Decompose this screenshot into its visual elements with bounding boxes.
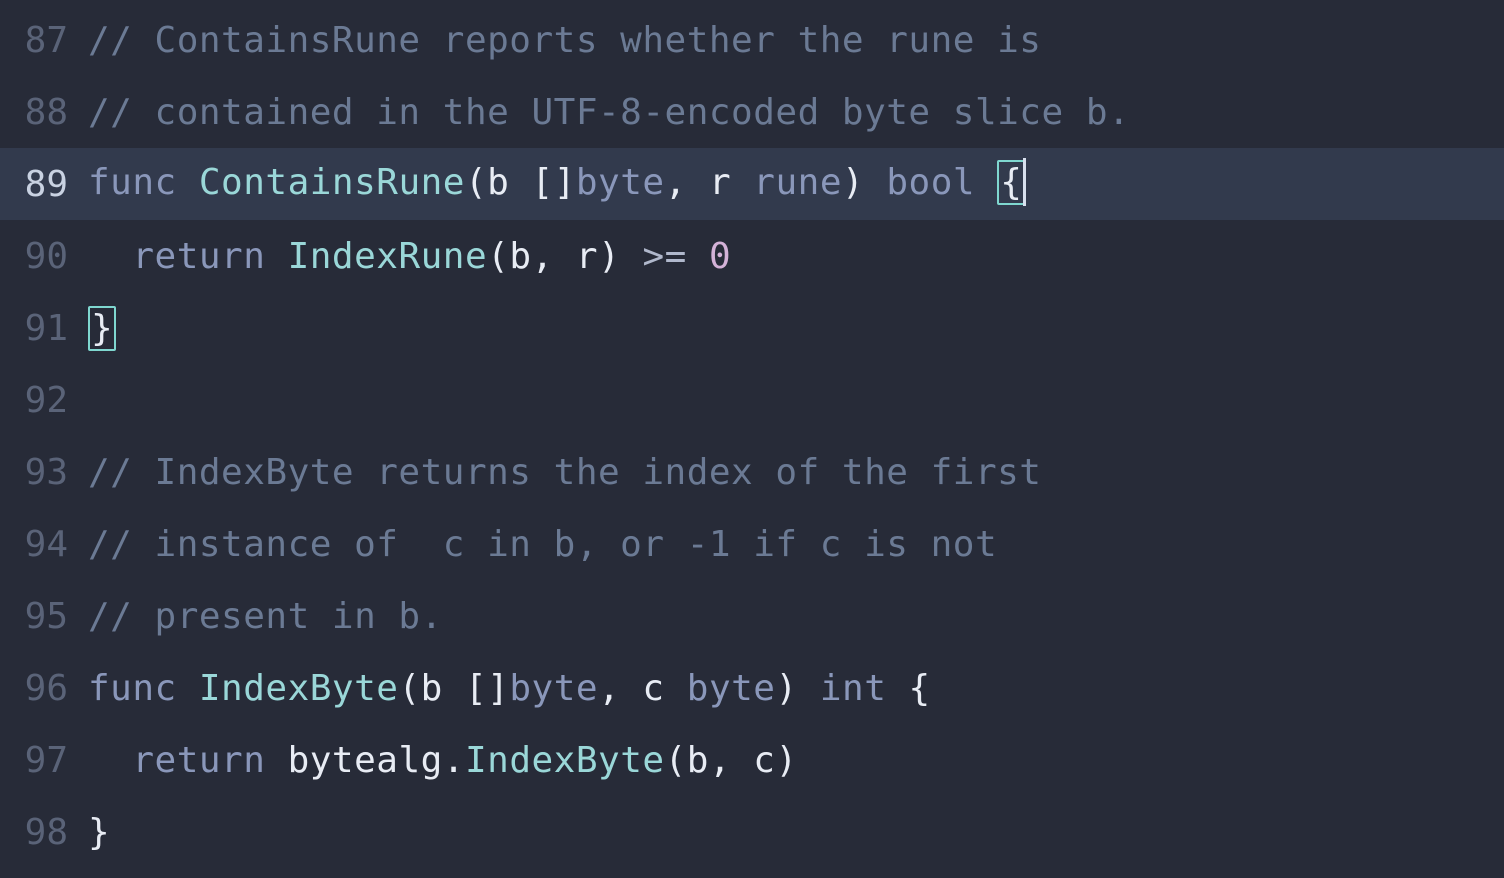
code-token: b bbox=[487, 162, 531, 203]
code-token: b bbox=[421, 668, 465, 709]
code-token: byte bbox=[576, 162, 665, 203]
line-number: 89 bbox=[0, 164, 88, 205]
text-cursor bbox=[1023, 158, 1026, 206]
code-token: IndexRune bbox=[288, 236, 488, 277]
code-token bbox=[88, 236, 132, 277]
code-content[interactable]: return bytealg.IndexByte(b, c) bbox=[88, 740, 798, 781]
code-token: ( bbox=[665, 740, 687, 781]
code-token: c bbox=[642, 668, 686, 709]
code-line[interactable]: 91} bbox=[0, 292, 1504, 364]
code-line[interactable]: 94// instance of c in b, or -1 if c is n… bbox=[0, 508, 1504, 580]
code-token: ContainsRune bbox=[199, 162, 465, 203]
code-content[interactable]: } bbox=[88, 812, 110, 853]
line-number: 96 bbox=[0, 668, 88, 709]
code-token: . bbox=[443, 740, 465, 781]
code-content[interactable]: // ContainsRune reports whether the rune… bbox=[88, 20, 1041, 61]
code-content[interactable]: } bbox=[88, 308, 116, 349]
code-line[interactable]: 89func ContainsRune(b []byte, r rune) bo… bbox=[0, 148, 1504, 220]
code-line[interactable]: 90 return IndexRune(b, r) >= 0 bbox=[0, 220, 1504, 292]
code-token: , bbox=[532, 236, 576, 277]
code-token: c bbox=[753, 740, 775, 781]
code-content[interactable]: // IndexByte returns the index of the fi… bbox=[88, 452, 1041, 493]
code-token: byte bbox=[687, 668, 776, 709]
code-token: , bbox=[665, 162, 709, 203]
code-token: , bbox=[598, 668, 642, 709]
code-token: r bbox=[576, 236, 598, 277]
line-number: 98 bbox=[0, 812, 88, 853]
code-content[interactable]: // instance of c in b, or -1 if c is not bbox=[88, 524, 997, 565]
code-token: ) bbox=[598, 236, 642, 277]
line-number: 87 bbox=[0, 20, 88, 61]
code-token: return bbox=[132, 236, 287, 277]
code-token: { bbox=[997, 160, 1025, 205]
line-number: 93 bbox=[0, 452, 88, 493]
code-token: r bbox=[709, 162, 753, 203]
code-token: } bbox=[88, 812, 110, 853]
code-token: { bbox=[909, 668, 931, 709]
code-line[interactable]: 97 return bytealg.IndexByte(b, c) bbox=[0, 724, 1504, 796]
code-token: IndexByte bbox=[465, 740, 665, 781]
code-token: // ContainsRune reports whether the rune… bbox=[88, 20, 1041, 61]
line-number: 91 bbox=[0, 308, 88, 349]
code-token: [] bbox=[465, 668, 509, 709]
code-content[interactable]: return IndexRune(b, r) >= 0 bbox=[88, 236, 731, 277]
code-line[interactable]: 92 bbox=[0, 364, 1504, 436]
code-token: ( bbox=[465, 162, 487, 203]
code-token: rune bbox=[753, 162, 842, 203]
code-token bbox=[88, 740, 132, 781]
line-number: 95 bbox=[0, 596, 88, 637]
line-number: 97 bbox=[0, 740, 88, 781]
code-line[interactable]: 87// ContainsRune reports whether the ru… bbox=[0, 4, 1504, 76]
code-token: b bbox=[687, 740, 709, 781]
line-number: 94 bbox=[0, 524, 88, 565]
line-number: 90 bbox=[0, 236, 88, 277]
code-token: ) bbox=[775, 668, 819, 709]
code-line[interactable]: 95// present in b. bbox=[0, 580, 1504, 652]
code-token: bool bbox=[886, 162, 997, 203]
code-line[interactable]: 98} bbox=[0, 796, 1504, 868]
line-number: 92 bbox=[0, 380, 88, 421]
code-token: // IndexByte returns the index of the fi… bbox=[88, 452, 1041, 493]
code-line[interactable]: 88// contained in the UTF-8-encoded byte… bbox=[0, 76, 1504, 148]
code-editor[interactable]: 87// ContainsRune reports whether the ru… bbox=[0, 0, 1504, 878]
code-token: int bbox=[820, 668, 909, 709]
code-token: ) bbox=[775, 740, 797, 781]
code-token: // instance of c in b, or -1 if c is not bbox=[88, 524, 997, 565]
code-line[interactable]: 93// IndexByte returns the index of the … bbox=[0, 436, 1504, 508]
code-token: bytealg bbox=[288, 740, 443, 781]
code-content[interactable]: // present in b. bbox=[88, 596, 443, 637]
code-token: // contained in the UTF-8-encoded byte s… bbox=[88, 92, 1130, 133]
line-number: 88 bbox=[0, 92, 88, 133]
code-token: ( bbox=[487, 236, 509, 277]
code-token: ( bbox=[398, 668, 420, 709]
code-content[interactable]: func ContainsRune(b []byte, r rune) bool… bbox=[88, 160, 1026, 208]
code-token: 0 bbox=[709, 236, 731, 277]
code-token: return bbox=[132, 740, 287, 781]
code-content[interactable]: // contained in the UTF-8-encoded byte s… bbox=[88, 92, 1130, 133]
code-token: b bbox=[509, 236, 531, 277]
code-token: ) bbox=[842, 162, 886, 203]
code-token: byte bbox=[509, 668, 598, 709]
code-token: [] bbox=[532, 162, 576, 203]
code-token: } bbox=[88, 306, 116, 351]
code-token: IndexByte bbox=[199, 668, 399, 709]
code-content[interactable]: func IndexByte(b []byte, c byte) int { bbox=[88, 668, 931, 709]
code-token: , bbox=[709, 740, 753, 781]
code-token: func bbox=[88, 668, 199, 709]
code-line[interactable]: 96func IndexByte(b []byte, c byte) int { bbox=[0, 652, 1504, 724]
code-token: // present in b. bbox=[88, 596, 443, 637]
code-token: >= bbox=[642, 236, 709, 277]
code-token: func bbox=[88, 162, 199, 203]
